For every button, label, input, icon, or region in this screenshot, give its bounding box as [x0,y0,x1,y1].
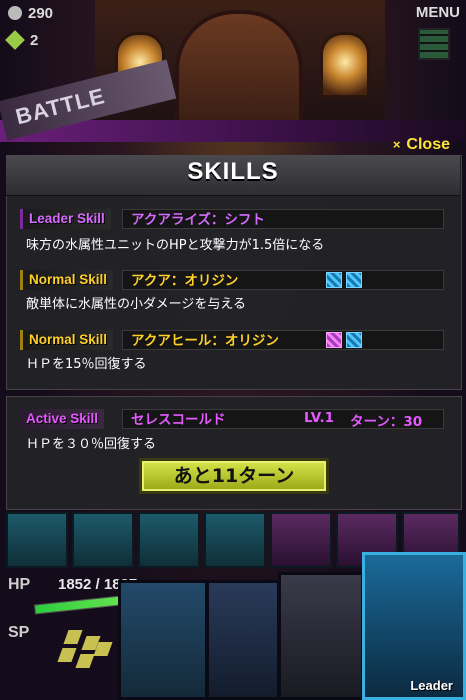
menu-button[interactable]: MENU [416,4,460,21]
skill-type-label: Leader Skill [20,209,111,229]
close-button[interactable]: × Close [393,136,450,154]
skill-row-active: Active Skill セレスコールド LV.1 ターン：30 [20,409,444,430]
skill-description: 敵単体に水属性の小ダメージを与える [26,297,246,312]
skill-name: アクアヒール：オリジン [122,330,444,350]
leader-badge: Leader [410,678,453,693]
skill-type-label: Active Skill [20,409,105,429]
skill-row-normal: Normal Skill アクア：オリジン [20,270,444,290]
hp-label: HP [8,576,31,593]
skill-row-normal: Normal Skill アクアヒール：オリジン [20,330,444,350]
unit-portrait[interactable] [118,580,208,700]
unit-portrait[interactable] [206,580,280,700]
key-icon [5,30,25,50]
menu-grid-icon[interactable] [418,28,450,60]
close-icon[interactable]: × [393,137,401,152]
remaining-turns-button[interactable]: あと11ターン [139,458,329,494]
skill-name: アクアライズ：シフト [122,209,444,229]
skill-row-leader: Leader Skill アクアライズ：シフト [20,209,444,229]
skill-description: 味方の水属性ユニットのHPと攻撃力が1.5倍になる [26,238,325,253]
water-orb-icon [326,272,342,288]
coin-counter: 290 [8,5,53,22]
orb-slot[interactable] [6,512,68,568]
water-orb-icon [346,272,362,288]
coin-icon [8,6,22,20]
skill-type-label: Normal Skill [20,330,114,350]
orb-slot[interactable] [138,512,200,568]
key-counter: 2 [5,30,38,50]
skill-description: ＨＰを３０％回復する [26,437,157,452]
skill-turn: ターン：30 [350,414,423,430]
water-orb-icon [346,332,362,348]
window-light [320,32,370,98]
skill-name: アクア：オリジン [122,270,444,290]
skill-level: LV.1 [304,410,334,426]
page-title: SKILLS [187,158,279,185]
skill-type-label: Normal Skill [20,270,114,290]
leader-unit-portrait[interactable]: Leader [362,552,466,700]
unit-portrait[interactable] [278,572,364,700]
heal-orb-icon [326,332,342,348]
orb-slot[interactable] [270,512,332,568]
sp-label: SP [8,624,30,641]
orb-slot[interactable] [204,512,266,568]
orb-slot[interactable] [72,512,134,568]
skill-description: ＨＰを15％回復する [26,357,147,372]
mansion-door [175,10,303,128]
